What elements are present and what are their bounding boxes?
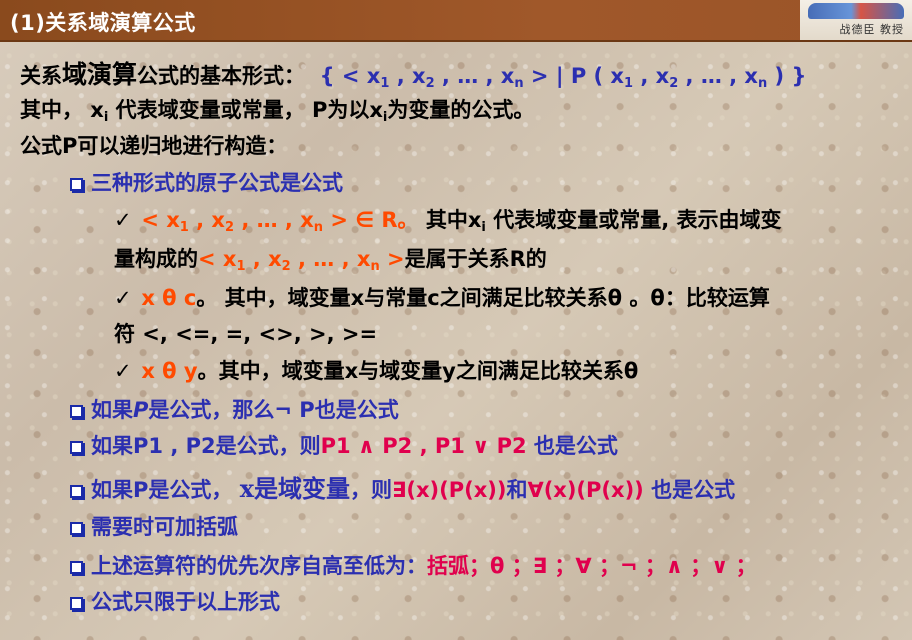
formula: { < x1 , x2 , … , xn > | P ( x1 , x2 , …… <box>319 64 807 91</box>
bullet-box-icon <box>70 485 83 498</box>
bullet-box-icon <box>70 178 83 191</box>
bullet-atomic-formulas: 三种形式的原子公式是公式 <box>70 168 343 198</box>
bullet-box-icon <box>70 522 83 535</box>
emphasis-text: 域演算 <box>62 60 138 89</box>
bullet-box-icon <box>70 405 83 418</box>
logo-graphic <box>808 3 904 19</box>
checkmark-icon: ✓ <box>114 286 132 310</box>
comparison-operators: 符 <, <=, =, <>, >, >= <box>114 322 378 346</box>
slide-title: (1)关系域演算公式 <box>10 11 196 35</box>
bullet-parentheses: 需要时可加括弧 <box>70 512 238 542</box>
line-recursive: 公式P可以递归地进行构造： <box>20 134 288 158</box>
checkmark-icon: ✓ <box>114 208 132 232</box>
logo: 战德臣 教授 <box>800 0 912 40</box>
bullet-only-these: 公式只限于以上形式 <box>70 587 280 617</box>
check-item-x-theta-c: ✓ x θ c。 其中，域变量x与常量c之间满足比较关系θ 。θ：比较运算 <box>114 283 770 313</box>
bullet-and-or: 如果P1 , P2是公式，则P1 ∧ P2 , P1 ∨ P2 也是公式 <box>70 431 618 461</box>
text: 公式的基本形式： <box>137 64 306 88</box>
text: 关系 <box>20 64 62 88</box>
check-item-membership-cont: 量构成的< x1 , x2 , … , xn >是属于关系R的 <box>114 247 547 274</box>
line-where: 其中， xi 代表域变量或常量， P为以xi为变量的公式。 <box>20 98 535 125</box>
bullet-negation: 如果P是公式，那么¬ P也是公式 <box>70 395 399 425</box>
bullet-box-icon <box>70 597 83 610</box>
logo-text: 战德臣 教授 <box>839 23 904 36</box>
title-bar: (1)关系域演算公式 战德臣 教授 <box>0 0 912 42</box>
bullet-box-icon <box>70 561 83 574</box>
bullet-quantifiers: 如果P是公式， x是域变量，则∃(x)(P(x))和∀(x)(P(x)) 也是公… <box>70 474 735 505</box>
check-item-x-theta-y: ✓ x θ y。其中，域变量x与域变量y之间满足比较关系θ <box>114 356 638 386</box>
check-item-membership: ✓ < x1 , x2 , … , xn > ∈ R。 其中xi 代表域变量或常… <box>114 205 782 235</box>
line-basic-form: 关系域演算公式的基本形式： { < x1 , x2 , … , xn > | P… <box>20 60 806 91</box>
bullet-box-icon <box>70 441 83 454</box>
bullet-precedence: 上述运算符的优先次序自高至低为：括弧；θ ；∃ ；∀ ；¬ ；∧ ；∨ ； <box>70 551 757 581</box>
checkmark-icon: ✓ <box>114 359 132 383</box>
